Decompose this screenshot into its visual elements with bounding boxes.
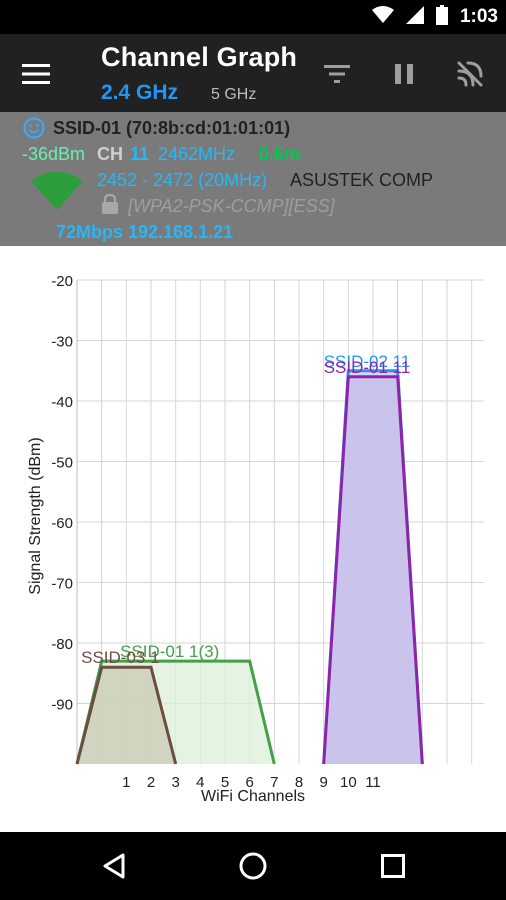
battery-icon (435, 4, 448, 30)
navigation-bar (0, 832, 506, 900)
channel-graph-chart: -20-30-40-50-60-70-80-901 2 3 4 5 6 7 8 9 10 11WiF… (27, 273, 484, 805)
wifi-status-icon (371, 5, 394, 29)
security-info: [WPA2-PSK-CCMP][ESS] (128, 196, 335, 216)
home-icon (239, 852, 267, 880)
vendor-name: ASUSTEK COMP (290, 170, 434, 190)
series-label: SSID-01 11 (324, 358, 411, 377)
recents-icon (381, 854, 405, 878)
series-label: SSID-03 1 (81, 648, 159, 667)
ssid-line: SSID-01 (70:8b:cd:01:01:01) (53, 118, 291, 138)
x-tick-label: 2 (147, 774, 155, 791)
y-axis-title: Signal Strength (dBm) (27, 437, 44, 594)
channel-label: CH (97, 144, 123, 164)
y-tick-label: -40 (51, 394, 73, 411)
access-point-panel[interactable]: SSID-01 (70:8b:cd:01:01:01) -36dBm CH 11… (0, 112, 506, 246)
signal-strength: -36dBm (22, 144, 86, 164)
wifi-signal-icon (31, 170, 83, 215)
back-icon (103, 853, 125, 879)
x-tick-label: 1 (122, 774, 130, 791)
y-tick-label: -30 (51, 334, 73, 351)
wifi-scan-button[interactable] (452, 56, 488, 92)
frequency-range: 2452 - 2472 (20MHz) (97, 170, 268, 190)
x-tick-label: 10 (340, 774, 357, 791)
x-tick-label: 11 (365, 774, 381, 791)
status-time: 1:03 (459, 6, 498, 27)
status-bar: 1:03 (0, 0, 506, 34)
frequency: 2462MHz (158, 144, 236, 164)
channel-number: 11 (130, 144, 150, 164)
y-tick-label: -20 (51, 273, 73, 290)
filter-button[interactable] (319, 56, 355, 92)
lock-icon (101, 193, 119, 219)
menu-icon (22, 64, 50, 84)
smiley-icon (23, 117, 45, 144)
recents-button[interactable] (373, 846, 413, 886)
status-icons: 1:03 (371, 0, 498, 34)
page-title: Channel Graph (101, 42, 298, 72)
y-tick-label: -90 (51, 697, 73, 714)
distance: 0.6m (259, 144, 301, 164)
wifi-scan-icon (457, 61, 483, 87)
cell-signal-icon (405, 5, 424, 29)
y-tick-label: -80 (51, 636, 73, 653)
pause-icon (395, 64, 413, 84)
link-speed-ip: 72Mbps 192.168.1.21 (56, 222, 234, 242)
y-tick-label: -50 (51, 455, 73, 472)
back-button[interactable] (94, 846, 134, 886)
x-tick-label: 9 (319, 774, 327, 791)
pause-button[interactable] (386, 56, 422, 92)
series-area (323, 376, 423, 764)
band-tab-5ghz[interactable]: 5 GHz (211, 86, 256, 104)
home-button[interactable] (233, 846, 273, 886)
y-tick-label: -60 (51, 515, 73, 532)
x-axis-title: WiFi Channels (201, 788, 305, 805)
band-tab-2-4ghz[interactable]: 2.4 GHz (101, 81, 178, 105)
y-tick-label: -70 (51, 576, 73, 593)
app-bar: Channel Graph 2.4 GHz 5 GHz (0, 34, 506, 112)
menu-button[interactable] (16, 54, 56, 94)
x-tick-label: 3 (171, 774, 179, 791)
filter-icon (324, 65, 350, 83)
channel-graph: -20 -30 -40 -50 -60 -70 -80 -90 1 2 3 4 5 6 7 8 9 10 11 WiF… (0, 246, 506, 832)
